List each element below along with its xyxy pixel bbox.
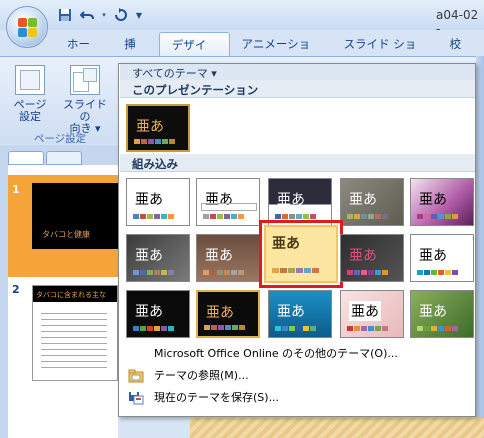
- theme-preview-text: 亜あ: [419, 304, 447, 320]
- theme-solstice[interactable]: 亜あ: [340, 290, 404, 338]
- slide-1-preview: タバコと健康: [32, 183, 118, 249]
- slide-1-title: タバコと健康: [42, 230, 90, 239]
- slide-canvas-edge: [190, 418, 484, 438]
- tab-design[interactable]: デザイン: [158, 32, 230, 76]
- theme-preview-text: 亜あ: [135, 304, 163, 320]
- browse-themes-label: テーマの参照(M)...: [154, 369, 249, 382]
- window-edge: [476, 56, 484, 438]
- more-themes-label: Microsoft Office Online のその他のテーマ(O)...: [154, 347, 398, 360]
- undo-icon[interactable]: [78, 7, 96, 23]
- theme-color-bars: [275, 326, 316, 331]
- redo-icon[interactable]: [112, 7, 130, 23]
- theme-color-bars: [347, 214, 388, 219]
- theme-paper[interactable]: 亜あ: [268, 290, 332, 338]
- theme-preview-text: 亜あ: [272, 236, 300, 252]
- theme-preview-text: 亜あ: [205, 248, 233, 264]
- theme-color-bars: [203, 214, 244, 219]
- quick-access-toolbar: ▾ ▼: [56, 7, 144, 23]
- slides-pane: 1 タバコと健康 2 タバコに含まれる主な: [0, 145, 118, 438]
- theme-preview-text: 亜あ: [349, 301, 381, 321]
- theme-preview-text: 亜あ: [349, 192, 377, 208]
- theme-color-bars: [347, 270, 388, 275]
- theme-color-bars: [275, 214, 316, 219]
- theme-preview-text: 亜あ: [349, 248, 377, 264]
- slide-thumbnail-1[interactable]: 1 タバコと健康: [8, 175, 118, 277]
- tab-insert[interactable]: 挿入: [112, 32, 158, 75]
- slide-orientation-button[interactable]: スライドの 向き ▾: [58, 65, 112, 135]
- theme-frame-line: [201, 203, 257, 211]
- theme-equity[interactable]: 亜あ: [126, 234, 190, 282]
- folder-icon: [128, 369, 144, 383]
- slide-2-title: タバコに含まれる主な: [33, 286, 117, 302]
- all-themes-filter[interactable]: すべてのテーマ ▾: [120, 64, 475, 80]
- tab-animation[interactable]: アニメーション: [230, 32, 332, 75]
- group-label-page-setup: ページ設定: [33, 133, 87, 145]
- more-themes-online[interactable]: Microsoft Office Online のその他のテーマ(O)...: [120, 344, 475, 364]
- theme-opulent[interactable]: 亜あ: [126, 290, 190, 338]
- theme-technic[interactable]: 亜あ: [410, 290, 474, 338]
- theme-preview-text: 亜あ: [419, 192, 447, 208]
- page-setup-icon: [15, 65, 45, 95]
- tab-review[interactable]: 校閲: [438, 32, 484, 75]
- theme-preview-text: 亜あ: [135, 192, 163, 208]
- themes-gallery-dropdown: すべてのテーマ ▾ このプレゼンテーション 亜あ 組み込み 亜あ 亜あ 亜あ 亜…: [118, 63, 476, 417]
- page-setup-button[interactable]: ページ 設定: [8, 65, 52, 123]
- theme-apex[interactable]: 亜あ: [196, 178, 260, 226]
- theme-color-bars: [133, 270, 174, 275]
- theme-color-bars: [133, 214, 174, 219]
- page-setup-label-2: 設定: [19, 110, 41, 123]
- save-theme-label: 現在のテーマを保存(S)...: [154, 391, 280, 404]
- theme-metro[interactable]: 亜あ: [340, 234, 404, 282]
- theme-color-bars: [272, 268, 319, 273]
- theme-preview-text: 亜あ: [136, 119, 164, 135]
- tab-slides[interactable]: [8, 151, 44, 165]
- slide-number: 2: [12, 283, 20, 296]
- customize-qat-icon[interactable]: ▼: [134, 7, 144, 23]
- save-icon[interactable]: [56, 7, 74, 23]
- undo-dropdown-icon[interactable]: ▾: [100, 7, 108, 23]
- theme-color-bars: [203, 270, 244, 275]
- theme-office[interactable]: 亜あ: [126, 178, 190, 226]
- theme-preview-text: 亜あ: [419, 248, 447, 264]
- orientation-label-1: スライドの: [63, 98, 107, 123]
- theme-color-bars: [417, 270, 458, 275]
- slides-list: 1 タバコと健康 2 タバコに含まれる主な: [8, 165, 118, 438]
- theme-color-bars: [417, 326, 458, 331]
- theme-color-bars: [204, 325, 245, 330]
- title-bar: ▾ ▼ a04-02 -: [0, 0, 484, 36]
- theme-color-bars: [134, 139, 175, 144]
- theme-preview-text: 亜あ: [206, 305, 234, 321]
- ribbon-tabs: ホーム 挿入 デザイン アニメーション スライド ショー 校閲: [55, 32, 484, 76]
- theme-flow[interactable]: 亜あ: [196, 234, 260, 282]
- pane-tabs: [8, 151, 82, 165]
- theme-preview-text: 亜あ: [135, 248, 163, 264]
- theme-current[interactable]: 亜あ: [126, 104, 190, 152]
- slide-2-body: [41, 308, 107, 368]
- theme-preview-text: 亜あ: [277, 192, 305, 208]
- page-setup-group: ページ 設定 スライドの 向き ▾ ページ設定: [8, 61, 112, 145]
- slide-number: 1: [12, 183, 20, 196]
- tab-home[interactable]: ホーム: [55, 32, 112, 75]
- this-presentation-header: このプレゼンテーション: [120, 80, 475, 98]
- office-logo-icon: [18, 18, 38, 38]
- theme-color-bars: [133, 326, 174, 331]
- theme-concourse[interactable]: 亜あ: [410, 178, 474, 226]
- theme-aspect[interactable]: 亜あ: [268, 178, 332, 226]
- save-current-theme[interactable]: 現在のテーマを保存(S)...: [120, 388, 475, 408]
- orientation-icon: [70, 65, 100, 95]
- theme-color-bars: [347, 326, 388, 331]
- browse-themes[interactable]: テーマの参照(M)...: [120, 366, 475, 386]
- theme-module[interactable]: 亜あ: [410, 234, 474, 282]
- tab-slideshow[interactable]: スライド ショー: [332, 32, 438, 75]
- theme-preview-text: 亜あ: [277, 304, 305, 320]
- theme-civic[interactable]: 亜あ: [340, 178, 404, 226]
- tab-outline[interactable]: [46, 151, 82, 165]
- save-theme-icon: [128, 391, 144, 405]
- office-button[interactable]: [6, 6, 48, 48]
- theme-oriel[interactable]: 亜あ: [264, 225, 338, 283]
- theme-origin[interactable]: 亜あ: [196, 290, 260, 338]
- builtin-header: 組み込み: [120, 154, 475, 172]
- theme-color-bars: [417, 214, 458, 219]
- slide-thumbnail-2[interactable]: タバコに含まれる主な: [32, 285, 118, 381]
